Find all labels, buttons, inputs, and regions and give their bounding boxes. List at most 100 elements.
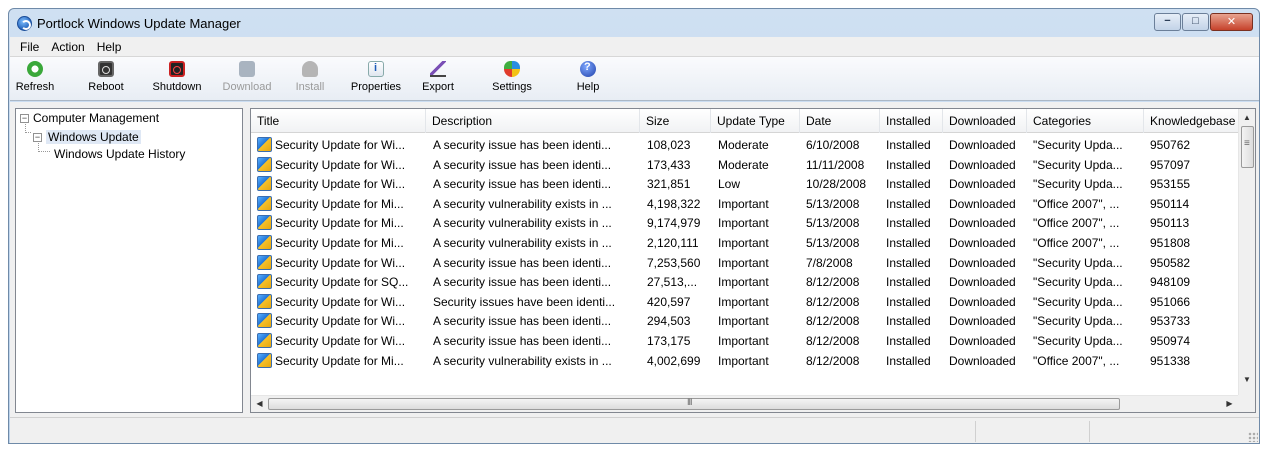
cell-installed: Installed xyxy=(886,177,931,192)
cell-title: Security Update for Mi... xyxy=(275,196,404,211)
maximize-button[interactable]: □ xyxy=(1182,13,1209,31)
settings-button[interactable]: Settings xyxy=(485,59,539,99)
download-button[interactable]: Download xyxy=(218,59,276,99)
menu-file[interactable]: File xyxy=(14,37,45,56)
table-row[interactable]: Security Update for Mi... A security vuln… xyxy=(251,233,1240,253)
table-row[interactable]: Security Update for Wi... A security issu… xyxy=(251,253,1240,273)
table-row[interactable]: Security Update for Wi... A security issu… xyxy=(251,135,1240,155)
table-row[interactable]: Security Update for Mi... A security vuln… xyxy=(251,213,1240,233)
table-row[interactable]: Security Update for SQ... A security issu… xyxy=(251,272,1240,292)
cell-size: 4,198,322 xyxy=(647,196,701,211)
resize-grip-icon[interactable] xyxy=(1248,432,1258,442)
cell-title: Security Update for Mi... xyxy=(275,216,404,231)
grid-body: Security Update for Wi... A security issu… xyxy=(251,133,1240,397)
vertical-scroll-thumb[interactable] xyxy=(1241,126,1254,168)
tree-label-windows-update: Windows Update xyxy=(46,130,141,144)
updates-grid: Title Description Size Update Type Date … xyxy=(250,108,1256,413)
properties-button[interactable]: Properties xyxy=(344,59,408,99)
cell-description: A security vulnerability exists in ... xyxy=(433,196,612,211)
cell-installed: Installed xyxy=(886,353,931,368)
table-row[interactable]: Security Update for Wi... A security issu… xyxy=(251,155,1240,175)
refresh-icon xyxy=(27,61,43,77)
properties-label: Properties xyxy=(350,81,402,93)
cell-update-type: Important xyxy=(718,255,769,270)
cell-installed: Installed xyxy=(886,236,931,250)
install-button[interactable]: Install xyxy=(290,59,330,99)
close-button[interactable]: ✕ xyxy=(1210,13,1253,31)
column-header-categories[interactable]: Categories xyxy=(1027,109,1144,133)
status-pane-secondary xyxy=(976,421,1090,442)
cell-update-type: Important xyxy=(718,353,769,368)
column-header-title[interactable]: Title xyxy=(251,109,426,133)
tree-item-windows-update[interactable]: Windows Update xyxy=(46,130,141,144)
cell-categories: "Security Upda... xyxy=(1033,275,1123,290)
column-header-installed[interactable]: Installed xyxy=(880,109,943,133)
minimize-button[interactable]: − xyxy=(1154,13,1181,31)
cell-knowledgebase: 953733 xyxy=(1150,314,1191,329)
column-header-update-type[interactable]: Update Type xyxy=(711,109,800,133)
tree-item-windows-update-history[interactable]: Windows Update History xyxy=(54,147,185,161)
column-header-date[interactable]: Date xyxy=(800,109,880,133)
export-button[interactable]: Export xyxy=(416,59,460,99)
help-button[interactable]: Help xyxy=(570,59,606,99)
table-row[interactable]: Security Update for Wi... A security issu… xyxy=(251,174,1240,194)
table-row[interactable]: Security Update for Mi... A security vuln… xyxy=(251,351,1240,371)
column-header-size[interactable]: Size xyxy=(640,109,711,133)
title-bar[interactable]: Portlock Windows Update Manager − □ ✕ xyxy=(9,9,1259,37)
cell-size: 9,174,979 xyxy=(647,216,701,231)
table-row[interactable]: Security Update for Mi... A security vuln… xyxy=(251,194,1240,214)
update-package-icon xyxy=(257,293,272,309)
horizontal-scroll-thumb[interactable] xyxy=(268,397,1120,410)
tree-label-root: Computer Management xyxy=(33,111,160,125)
cell-description: A security issue has been identi... xyxy=(433,334,612,348)
vertical-scrollbar[interactable]: ▲ ▼ xyxy=(1238,109,1255,396)
column-header-downloaded[interactable]: Downloaded xyxy=(943,109,1027,133)
update-package-icon xyxy=(257,195,272,211)
column-header-description[interactable]: Description xyxy=(426,109,640,133)
cell-date: 6/10/2008 xyxy=(806,138,860,152)
cell-categories: "Security Upda... xyxy=(1033,314,1123,329)
cell-categories: "Office 2007", ... xyxy=(1033,216,1120,231)
table-row[interactable]: Security Update for Wi... Security issues… xyxy=(251,292,1240,312)
app-logo-icon xyxy=(17,16,32,31)
help-icon xyxy=(580,61,596,77)
refresh-button[interactable]: Refresh xyxy=(13,59,57,99)
cell-categories: "Office 2007", ... xyxy=(1033,196,1120,211)
horizontal-scrollbar[interactable]: ◀ ▶ xyxy=(251,395,1240,412)
collapse-root-icon[interactable]: − xyxy=(20,114,29,123)
scroll-down-icon[interactable]: ▼ xyxy=(1239,371,1255,388)
update-package-icon xyxy=(257,313,272,329)
menu-help[interactable]: Help xyxy=(91,37,128,56)
tree-item-computer-management[interactable]: Computer Management xyxy=(33,111,159,125)
reboot-label: Reboot xyxy=(88,81,124,93)
refresh-label: Refresh xyxy=(15,81,55,93)
shutdown-icon xyxy=(169,61,185,77)
menu-action[interactable]: Action xyxy=(45,37,90,56)
cell-description: Security issues have been identi... xyxy=(433,294,616,309)
cell-date: 8/12/2008 xyxy=(806,334,860,348)
status-pane-main xyxy=(10,421,976,442)
cell-size: 321,851 xyxy=(647,177,691,192)
cell-title: Security Update for Mi... xyxy=(275,236,404,250)
cell-categories: "Security Upda... xyxy=(1033,255,1123,270)
collapse-windows-update-icon[interactable]: − xyxy=(33,133,42,142)
scroll-left-icon[interactable]: ◀ xyxy=(251,396,268,412)
scroll-up-icon[interactable]: ▲ xyxy=(1239,109,1255,126)
cell-size: 173,175 xyxy=(647,334,691,348)
cell-downloaded: Downloaded xyxy=(949,275,1016,290)
cell-downloaded: Downloaded xyxy=(949,196,1016,211)
scroll-right-icon[interactable]: ▶ xyxy=(1221,396,1238,412)
cell-downloaded: Downloaded xyxy=(949,353,1016,368)
column-header-knowledgebase[interactable]: Knowledgebase xyxy=(1144,109,1240,133)
cell-description: A security issue has been identi... xyxy=(433,157,612,172)
cell-categories: "Office 2007", ... xyxy=(1033,236,1120,250)
reboot-button[interactable]: Reboot xyxy=(84,59,128,99)
table-row[interactable]: Security Update for Wi... A security issu… xyxy=(251,311,1240,331)
shutdown-button[interactable]: Shutdown xyxy=(148,59,206,99)
table-row[interactable]: Security Update for Wi... A security issu… xyxy=(251,331,1240,351)
cell-title: Security Update for Wi... xyxy=(275,255,406,270)
cell-downloaded: Downloaded xyxy=(949,138,1016,152)
scrollbar-corner xyxy=(1238,395,1255,412)
cell-update-type: Moderate xyxy=(718,138,769,152)
cell-title: Security Update for SQ... xyxy=(275,275,409,290)
